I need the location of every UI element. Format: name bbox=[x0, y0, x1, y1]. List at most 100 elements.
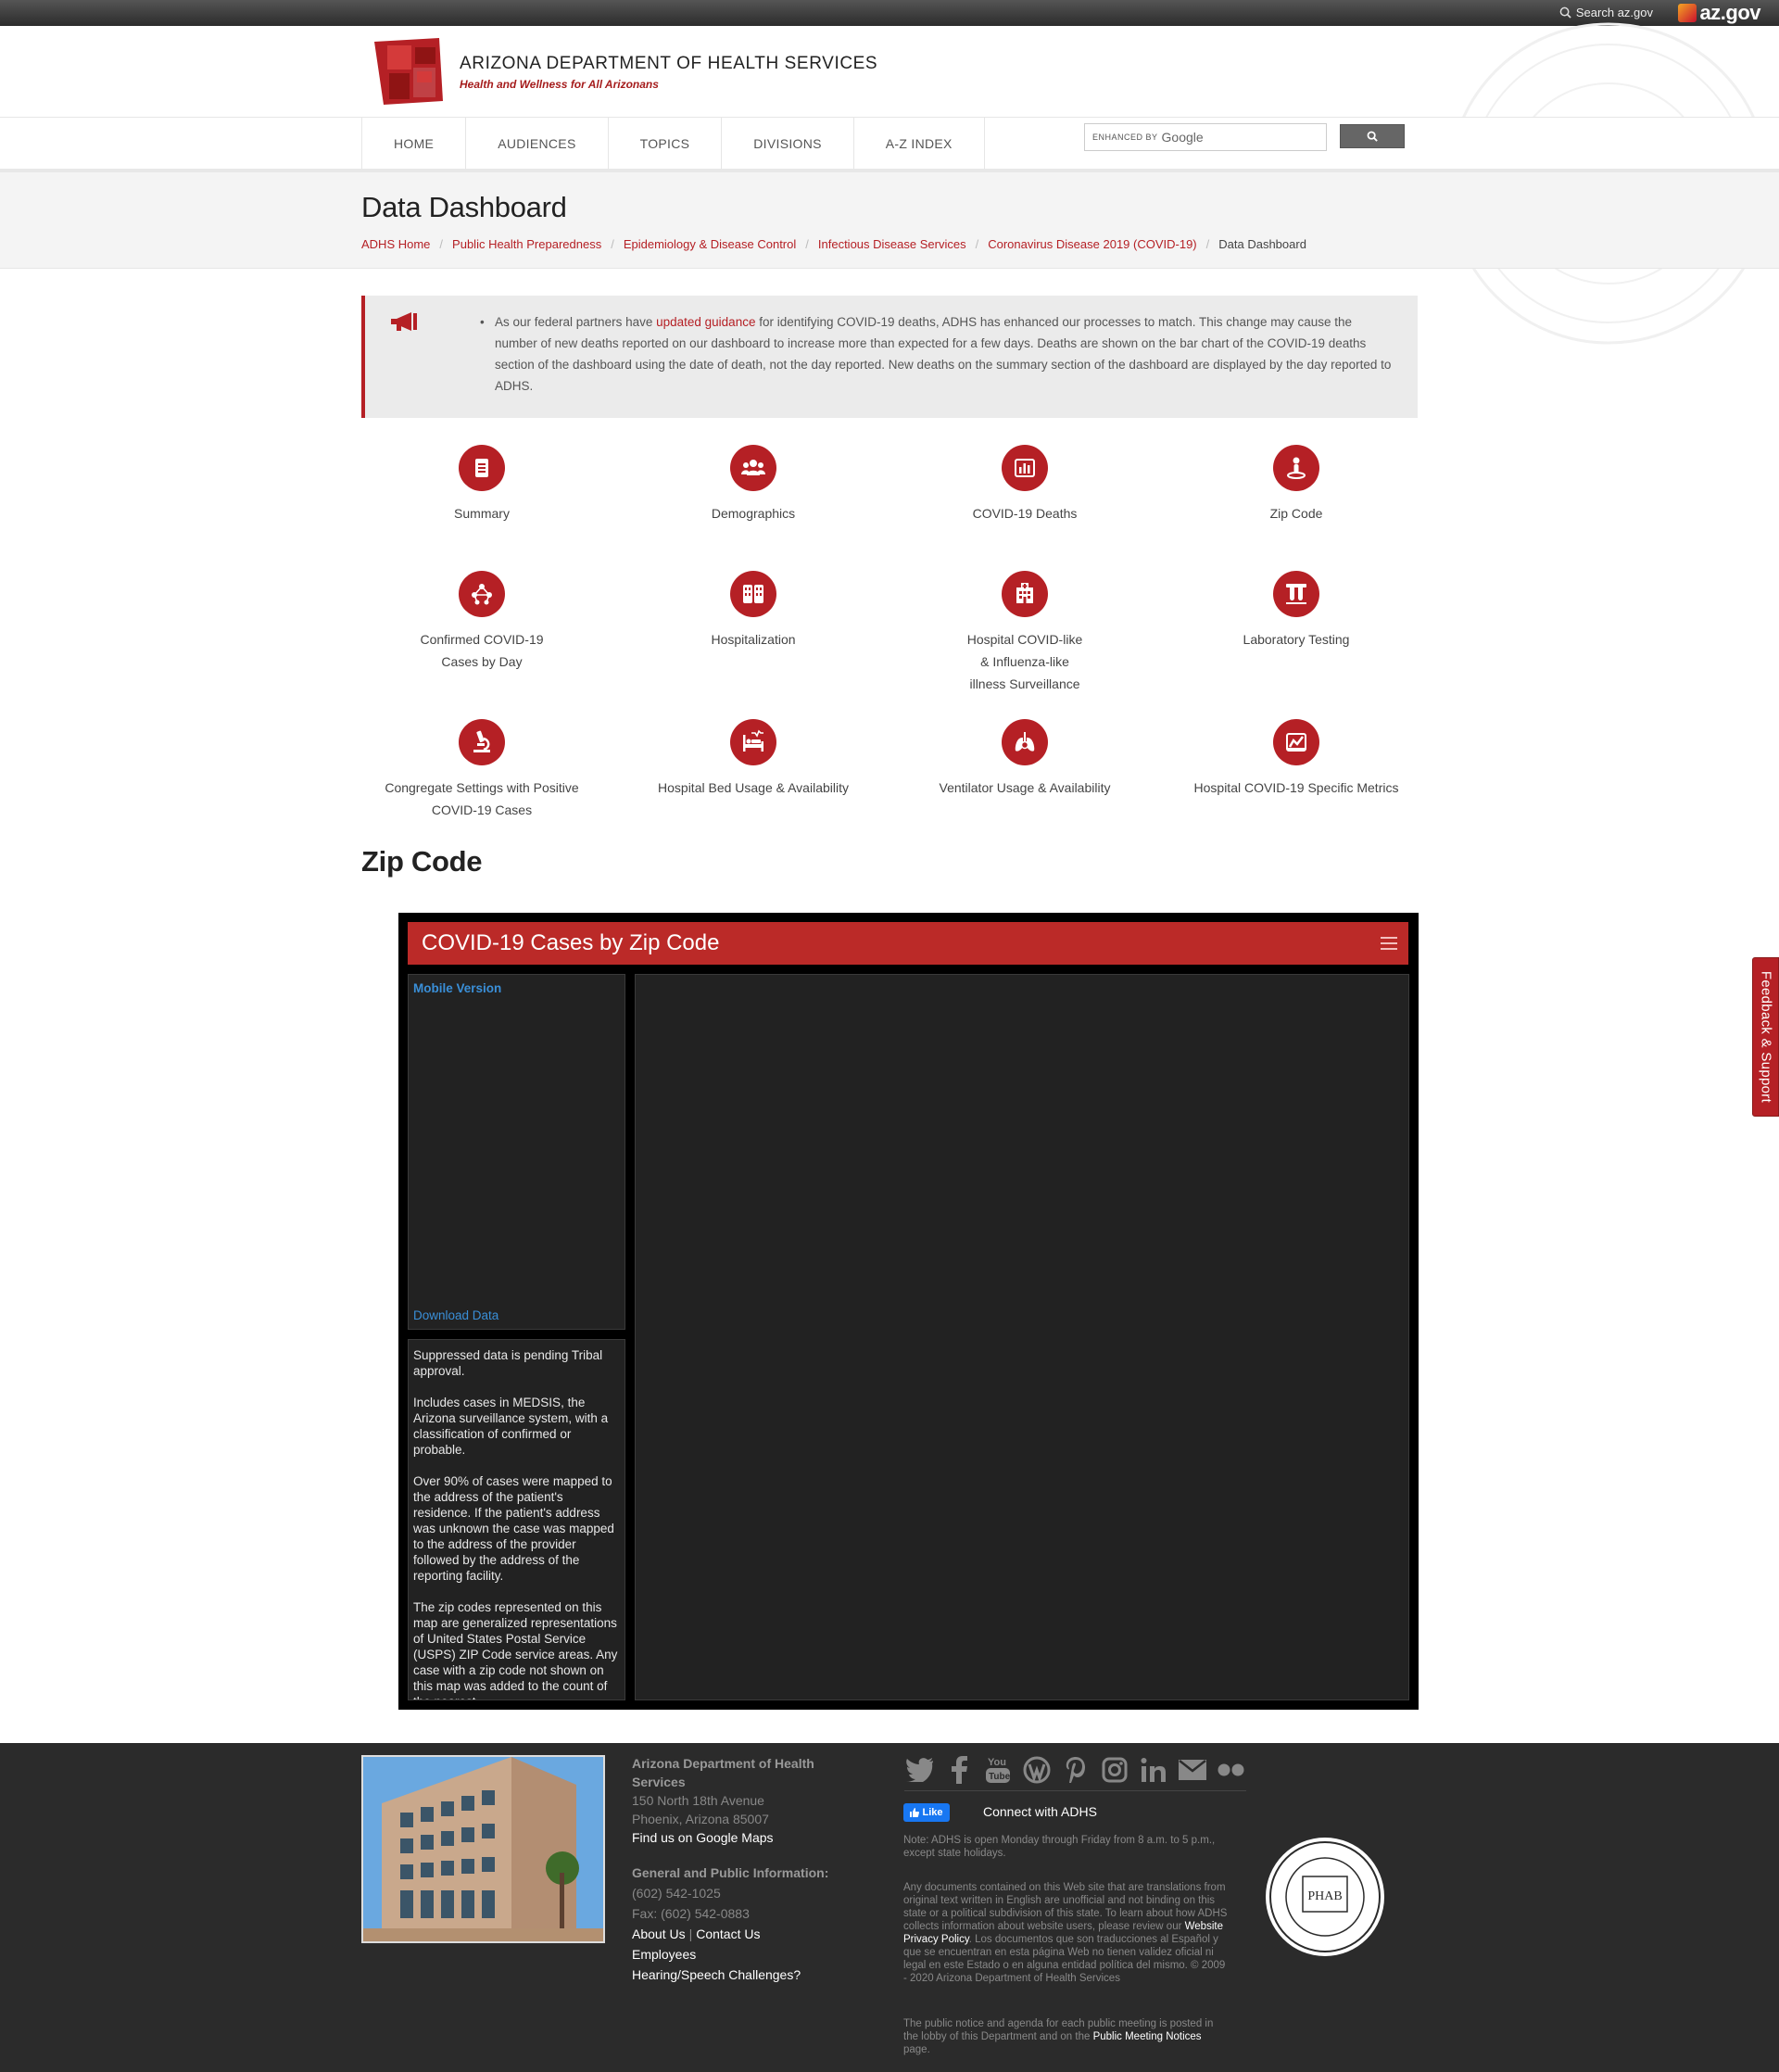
section-title: Zip Code bbox=[361, 845, 483, 878]
footer-phone: (602) 542-1025 bbox=[632, 1886, 721, 1901]
tile-laboratory-testing[interactable]: Laboratory Testing bbox=[1176, 571, 1417, 651]
footer-contact: Arizona Department of Health Services 15… bbox=[632, 1754, 854, 1984]
tile-confirmed-covid-19-cases-by-day[interactable]: Confirmed COVID-19 Cases by Day bbox=[361, 571, 602, 673]
pinterest-icon[interactable] bbox=[1060, 1754, 1091, 1785]
search-icon bbox=[1367, 131, 1378, 142]
tile-congregate-settings-with-positive-covid-19-cases[interactable]: Congregate Settings with Positive COVID-… bbox=[361, 719, 602, 821]
nav-item-home[interactable]: HOME bbox=[361, 118, 465, 170]
linkedin-icon[interactable] bbox=[1138, 1754, 1168, 1785]
svg-text:You: You bbox=[988, 1757, 1006, 1768]
nav-item-topics[interactable]: TOPICS bbox=[607, 118, 722, 170]
phab-accreditation-seal[interactable]: PHAB bbox=[1262, 1834, 1388, 1960]
flickr-icon[interactable] bbox=[1216, 1754, 1246, 1785]
site-search-button[interactable] bbox=[1340, 124, 1405, 148]
tile-label[interactable]: Hospital COVID-19 Specific Metrics bbox=[1176, 777, 1417, 799]
tile-label[interactable]: Confirmed COVID-19 Cases by Day bbox=[361, 628, 602, 673]
google-maps-link[interactable]: Find us on Google Maps bbox=[632, 1828, 854, 1847]
nav-item-audiences[interactable]: AUDIENCES bbox=[465, 118, 607, 170]
bar-chart-icon[interactable] bbox=[1002, 445, 1048, 491]
meetings-note: The public notice and agenda for each pu… bbox=[903, 2017, 1228, 2056]
tile-label[interactable]: Hospital COVID-like & Influenza-like ill… bbox=[904, 628, 1145, 695]
hearing-speech-link[interactable]: Hearing/Speech Challenges? bbox=[632, 1965, 854, 1984]
about-us-link[interactable]: About Us bbox=[632, 1927, 686, 1941]
nav-item-divisions[interactable]: DIVISIONS bbox=[721, 118, 853, 170]
facebook-like-button[interactable]: Like bbox=[903, 1803, 950, 1822]
main-nav: HOME AUDIENCES TOPICS DIVISIONS A-Z INDEX EN… bbox=[0, 117, 1779, 172]
breadcrumb-link[interactable]: Coronavirus Disease 2019 (COVID-19) bbox=[988, 237, 1196, 251]
feedback-label: Feedback & Support bbox=[1758, 970, 1773, 1104]
link-separator: | bbox=[688, 1927, 693, 1941]
zip-code-dashboard[interactable]: COVID-19 Cases by Zip Code Mobile Versio… bbox=[398, 913, 1419, 1710]
tile-label[interactable]: COVID-19 Deaths bbox=[904, 502, 1145, 524]
test-tubes-icon[interactable] bbox=[1273, 571, 1319, 617]
translation-note: Any documents contained on this Web site… bbox=[903, 1881, 1228, 1985]
nav-item-a-z-index[interactable]: A-Z INDEX bbox=[852, 118, 985, 170]
footer-address-line2: Phoenix, Arizona 85007 bbox=[632, 1812, 769, 1826]
breadcrumb-link[interactable]: Epidemiology & Disease Control bbox=[624, 237, 796, 251]
az-search-label: Search az.gov bbox=[1575, 6, 1653, 19]
dashboard-notes-panel[interactable]: Suppressed data is pending Tribal approv… bbox=[408, 1339, 625, 1700]
notice-banner: As our federal partners have updated gui… bbox=[361, 296, 1418, 418]
translation-note-start: Any documents contained on this Web site… bbox=[903, 1882, 1228, 1932]
tile-hospital-covid-like-influenza-like-illness-surveillance[interactable]: Hospital COVID-like & Influenza-like ill… bbox=[904, 571, 1145, 695]
tile-zip-code[interactable]: Zip Code bbox=[1176, 445, 1417, 524]
svg-text:Tube: Tube bbox=[989, 1772, 1011, 1782]
lungs-icon[interactable] bbox=[1002, 719, 1048, 765]
public-meeting-notices-link[interactable]: Public Meeting Notices bbox=[1093, 2031, 1202, 2042]
download-data-link[interactable]: Download Data bbox=[413, 1308, 498, 1322]
hospital-bed-icon[interactable] bbox=[730, 719, 776, 765]
breadcrumb-link[interactable]: ADHS Home bbox=[361, 237, 430, 251]
updated-guidance-link[interactable]: updated guidance bbox=[656, 315, 755, 329]
tile-label[interactable]: Zip Code bbox=[1176, 502, 1417, 524]
tile-hospitalization[interactable]: Hospitalization bbox=[633, 571, 874, 651]
location-pin-icon[interactable] bbox=[1273, 445, 1319, 491]
hamburger-menu-icon[interactable] bbox=[1381, 937, 1397, 950]
facebook-icon[interactable] bbox=[943, 1754, 974, 1785]
dashboard-note: Suppressed data is pending Tribal approv… bbox=[413, 1348, 603, 1378]
azgov-sun-icon bbox=[1677, 4, 1697, 22]
email-icon[interactable] bbox=[1177, 1754, 1207, 1785]
breadcrumb-link[interactable]: Infectious Disease Services bbox=[818, 237, 966, 251]
microscope-icon[interactable] bbox=[459, 719, 505, 765]
tile-demographics[interactable]: Demographics bbox=[633, 445, 874, 524]
tile-label[interactable]: Summary bbox=[361, 502, 602, 524]
tile-covid-19-deaths[interactable]: COVID-19 Deaths bbox=[904, 445, 1145, 524]
tile-label[interactable]: Demographics bbox=[633, 502, 874, 524]
tile-label[interactable]: Hospital Bed Usage & Availability bbox=[633, 777, 874, 799]
feedback-support-tab[interactable]: Feedback & Support bbox=[1752, 957, 1779, 1117]
wordpress-icon[interactable] bbox=[1021, 1754, 1052, 1785]
people-icon[interactable] bbox=[730, 445, 776, 491]
tile-hospital-covid-19-specific-metrics[interactable]: Hospital COVID-19 Specific Metrics bbox=[1176, 719, 1417, 799]
site-search-input[interactable]: ENHANCED BY Google bbox=[1084, 123, 1327, 151]
tile-label[interactable]: Laboratory Testing bbox=[1176, 628, 1417, 651]
dashboard-note: Over 90% of cases were mapped to the add… bbox=[413, 1474, 614, 1583]
youtube-icon[interactable]: You Tube bbox=[982, 1754, 1013, 1785]
social-links: You Tube bbox=[904, 1754, 1246, 1791]
network-icon[interactable] bbox=[459, 571, 505, 617]
tile-label[interactable]: Hospitalization bbox=[633, 628, 874, 651]
instagram-icon[interactable] bbox=[1099, 1754, 1129, 1785]
mobile-version-link[interactable]: Mobile Version bbox=[413, 981, 501, 995]
tile-ventilator-usage-availability[interactable]: Ventilator Usage & Availability bbox=[904, 719, 1145, 799]
tile-label[interactable]: Ventilator Usage & Availability bbox=[904, 777, 1145, 799]
az-search-link[interactable]: Search az.gov bbox=[1559, 6, 1653, 19]
page-title: Data Dashboard bbox=[361, 191, 567, 223]
adhs-logo-icon[interactable] bbox=[374, 38, 447, 105]
hospital-icon[interactable] bbox=[1002, 571, 1048, 617]
tile-hospital-bed-usage-availability[interactable]: Hospital Bed Usage & Availability bbox=[633, 719, 874, 799]
map-panel[interactable] bbox=[635, 974, 1409, 1700]
tile-label[interactable]: Congregate Settings with Positive COVID-… bbox=[361, 777, 602, 821]
contact-us-link[interactable]: Contact Us bbox=[696, 1927, 760, 1941]
tile-summary[interactable]: Summary bbox=[361, 445, 602, 524]
dashboard-note: Includes cases in MEDSIS, the Arizona su… bbox=[413, 1396, 609, 1457]
buildings-icon[interactable] bbox=[730, 571, 776, 617]
employees-link[interactable]: Employees bbox=[632, 1945, 854, 1964]
breadcrumb-link[interactable]: Public Health Preparedness bbox=[452, 237, 601, 251]
thumbs-up-icon bbox=[910, 1808, 920, 1817]
twitter-icon[interactable] bbox=[904, 1754, 935, 1785]
document-icon[interactable] bbox=[459, 445, 505, 491]
footer-fax: Fax: (602) 542-0883 bbox=[632, 1906, 750, 1921]
trend-chart-icon[interactable] bbox=[1273, 719, 1319, 765]
hours-note: Note: ADHS is open Monday through Friday… bbox=[903, 1835, 1216, 1859]
breadcrumb-separator: / bbox=[805, 237, 809, 251]
